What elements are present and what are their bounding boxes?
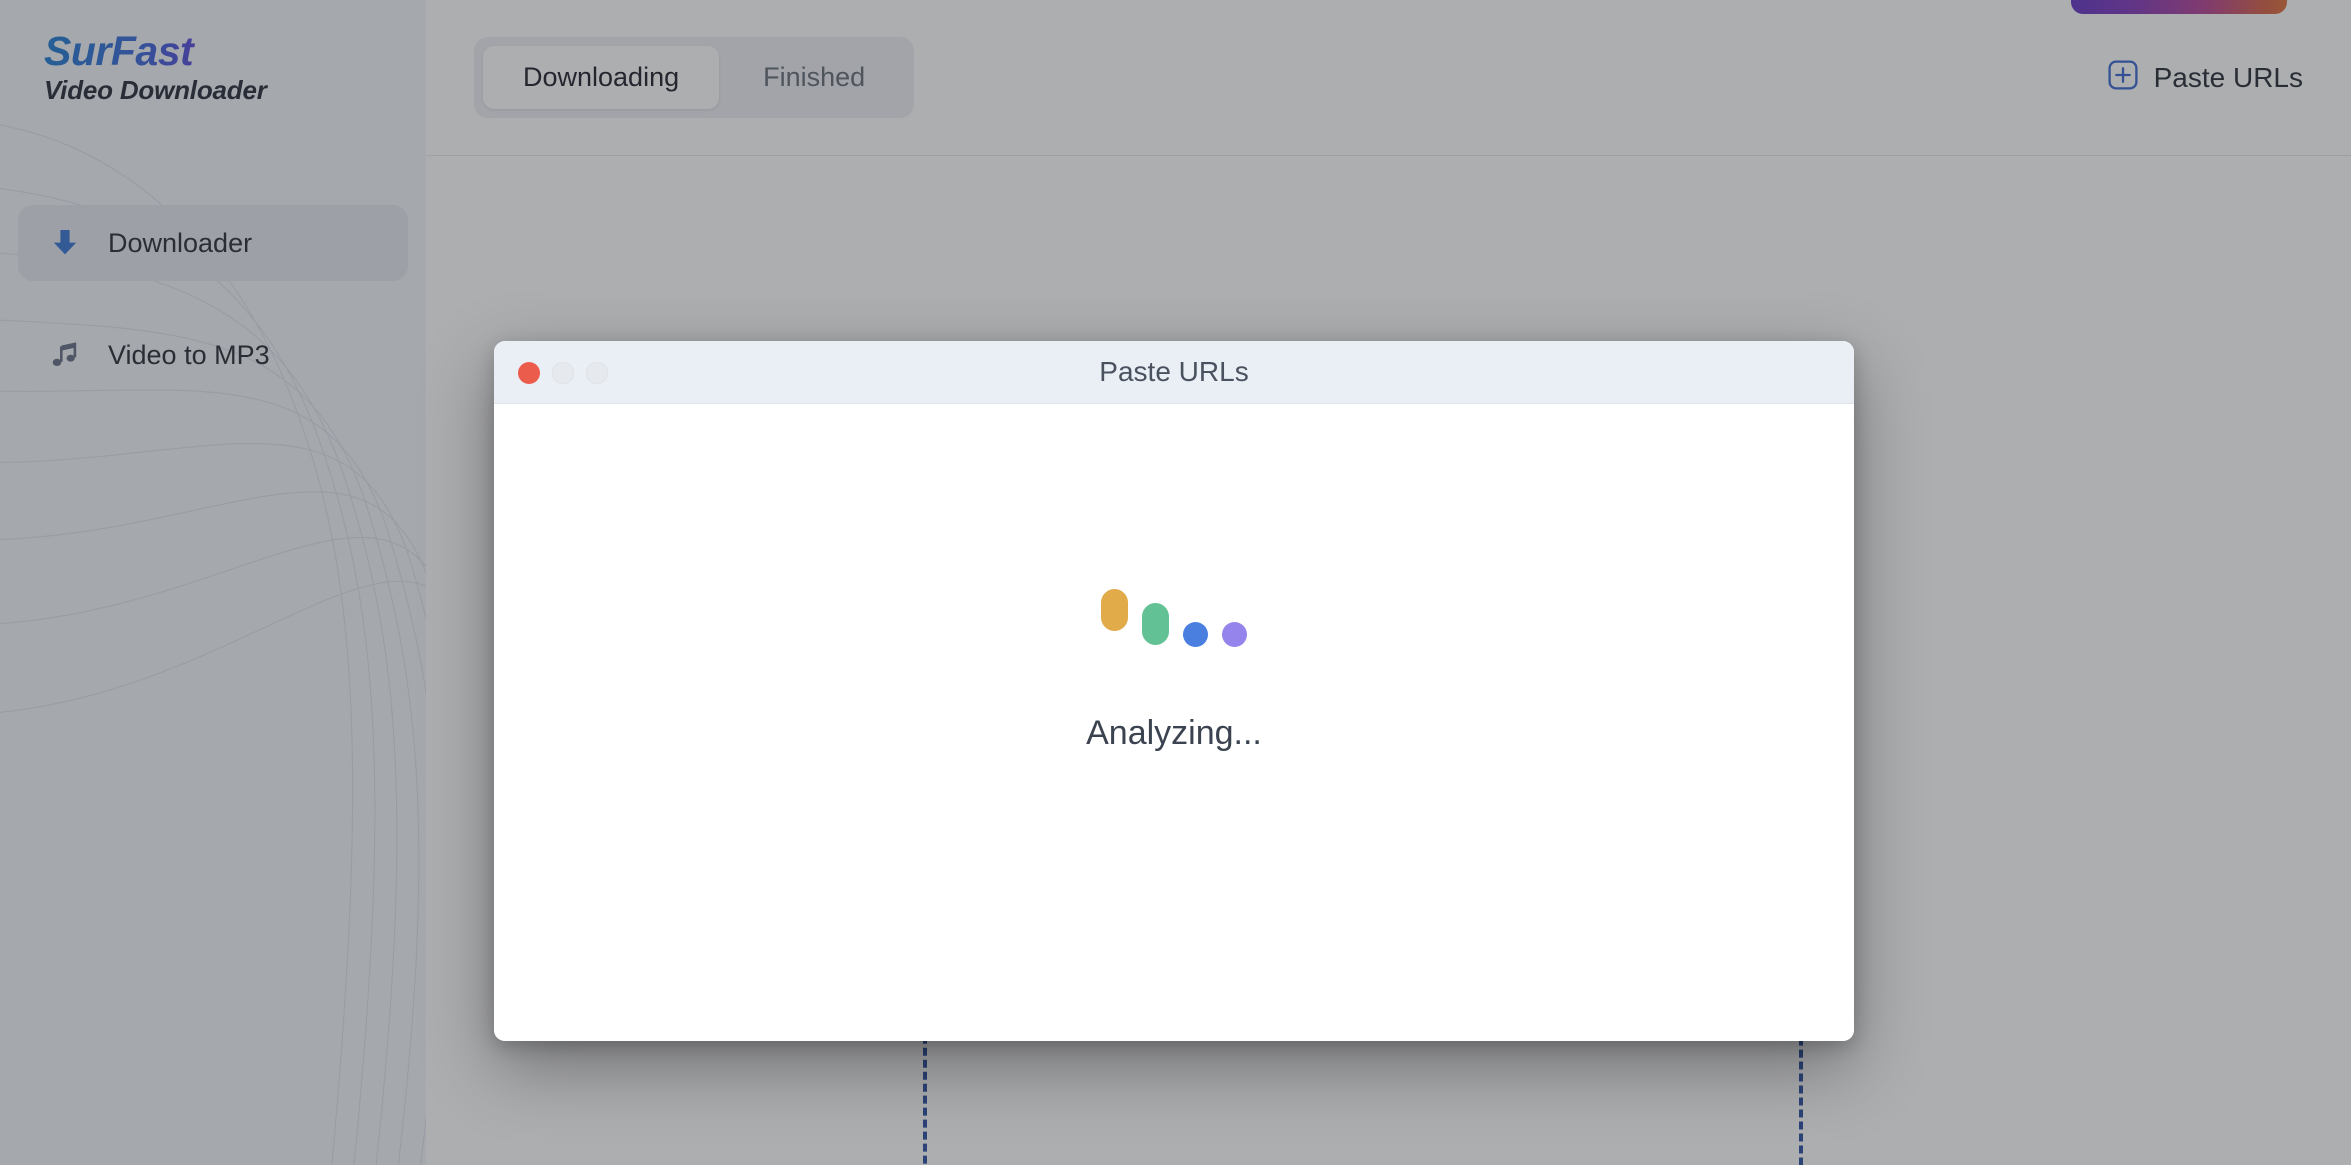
paste-urls-dialog: Paste URLs Analyzing... bbox=[494, 341, 1854, 1041]
dialog-title: Paste URLs bbox=[1099, 356, 1249, 387]
loader-dot-blue bbox=[1183, 622, 1208, 647]
app-window: SurFast Video Downloader Downloader Vide… bbox=[0, 0, 2351, 1165]
minimize-button[interactable] bbox=[552, 361, 574, 384]
maximize-button[interactable] bbox=[586, 361, 608, 384]
loader-dot-green bbox=[1142, 603, 1169, 645]
close-button[interactable] bbox=[518, 361, 540, 384]
loader-dot-amber bbox=[1101, 589, 1128, 631]
dialog-body: Analyzing... bbox=[494, 404, 1854, 1041]
analyzing-status-text: Analyzing... bbox=[1086, 714, 1262, 752]
loader-dot-purple bbox=[1222, 622, 1247, 647]
window-controls bbox=[518, 341, 608, 404]
dialog-titlebar: Paste URLs bbox=[494, 341, 1854, 404]
loading-spinner bbox=[494, 587, 1854, 647]
